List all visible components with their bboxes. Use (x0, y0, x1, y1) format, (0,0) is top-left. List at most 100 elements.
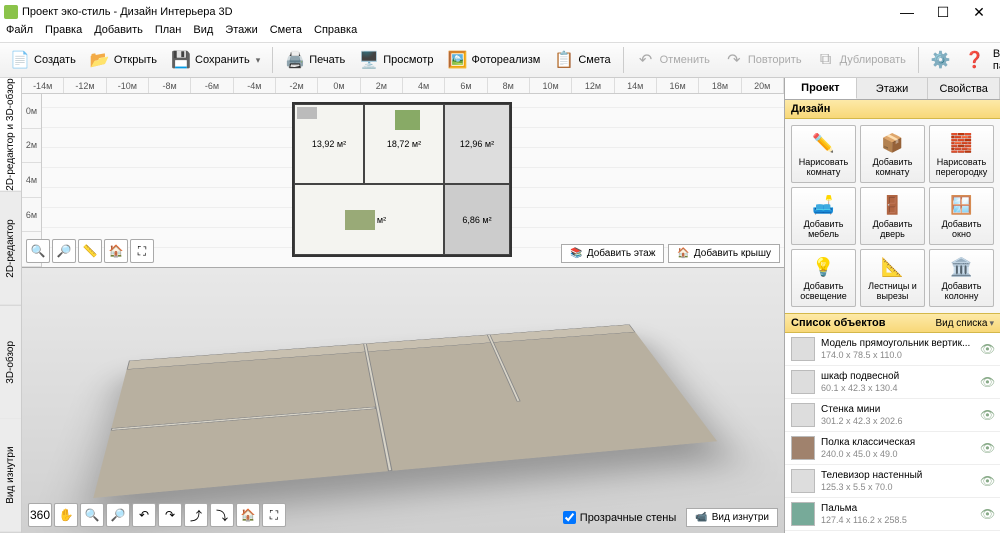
tilt-down-button[interactable]: ⤵ (210, 503, 234, 527)
panel-mode-label: Вид панели: (993, 48, 1000, 72)
separator (623, 47, 624, 73)
redo-button[interactable]: ↷Повторить (718, 47, 808, 73)
zoom-in-button[interactable]: 🔎 (52, 239, 76, 263)
zoom-out-button[interactable]: 🔍 (26, 239, 50, 263)
settings-button[interactable]: ⚙️ (925, 47, 957, 73)
close-button[interactable]: ✕ (970, 3, 988, 21)
draw-room-button[interactable]: ✏️Нарисовать комнату (791, 125, 856, 183)
home-3d-button[interactable]: 🏠 (236, 503, 260, 527)
add-roof-button[interactable]: 🏠Добавить крышу (668, 244, 780, 263)
undo-icon: ↶ (636, 50, 656, 70)
add-door-button[interactable]: 🚪Добавить дверь (860, 187, 925, 245)
add-window-button[interactable]: 🪟Добавить окно (929, 187, 994, 245)
stairs-button[interactable]: 📐Лестницы и вырезы (860, 249, 925, 307)
add-light-button[interactable]: 💡Добавить освещение (791, 249, 856, 307)
design-grid: ✏️Нарисовать комнату 📦Добавить комнату 🧱… (785, 119, 1000, 313)
list-item[interactable]: Пальма127.4 x 116.2 x 258.5👁 (785, 498, 1000, 531)
save-button[interactable]: 💾Сохранить (165, 47, 266, 73)
list-item[interactable]: Телевизор настенный125.3 x 5.5 x 70.0👁 (785, 465, 1000, 498)
render-3d (22, 268, 784, 533)
room-3[interactable]: 12,96 м² (444, 104, 510, 184)
window-icon: 🪟 (950, 193, 974, 217)
add-floor-button[interactable]: 📚Добавить этаж (561, 244, 664, 263)
zoom-out-3d-button[interactable]: 🔍 (80, 503, 104, 527)
eye-icon[interactable]: 👁 (980, 474, 994, 488)
vtab-3d[interactable]: 3D-обзор (0, 306, 21, 420)
redo-icon: ↷ (724, 50, 744, 70)
menu-estimate[interactable]: Смета (270, 24, 302, 42)
floorplan[interactable]: 13,92 м² 18,72 м² 12,96 м² 17,65 м² 6,86… (292, 102, 512, 257)
clipboard-icon: 📋 (554, 50, 574, 70)
vtab-2d[interactable]: 2D-редактор (0, 192, 21, 306)
new-file-icon: 📄 (10, 50, 30, 70)
list-view-dropdown[interactable]: Вид списка (935, 318, 994, 329)
room-5[interactable]: 6,86 м² (444, 184, 510, 255)
list-item[interactable]: Стенка мини301.2 x 42.3 x 202.6👁 (785, 399, 1000, 432)
folder-open-icon: 📂 (90, 50, 110, 70)
menubar: Файл Правка Добавить План Вид Этажи Смет… (0, 24, 1000, 42)
add-furniture-button[interactable]: 🛋️Добавить мебель (791, 187, 856, 245)
menu-plan[interactable]: План (155, 24, 182, 42)
view-inside-button[interactable]: 📹Вид изнутри (686, 508, 778, 527)
open-button[interactable]: 📂Открыть (84, 47, 163, 73)
zoom-in-3d-button[interactable]: 🔎 (106, 503, 130, 527)
tab-project[interactable]: Проект (785, 78, 857, 99)
menu-file[interactable]: Файл (6, 24, 33, 42)
rotate-left-button[interactable]: ↶ (132, 503, 156, 527)
preview-button[interactable]: 🖥️Просмотр (353, 47, 439, 73)
fit-3d-button[interactable]: ⛶ (262, 503, 286, 527)
menu-view[interactable]: Вид (193, 24, 213, 42)
menu-add[interactable]: Добавить (94, 24, 143, 42)
add-room-button[interactable]: 📦Добавить комнату (860, 125, 925, 183)
eye-icon[interactable]: 👁 (980, 441, 994, 455)
rotate-right-button[interactable]: ↷ (158, 503, 182, 527)
vertical-tabs: 2D-редактор и 3D-обзор 2D-редактор 3D-об… (0, 78, 22, 533)
print-button[interactable]: 🖨️Печать (279, 47, 351, 73)
maximize-button[interactable]: ☐ (934, 3, 952, 21)
gear-icon: ⚙️ (931, 50, 951, 70)
view3d-toolbar: 360 ✋ 🔍 🔎 ↶ ↷ ⤴ ⤵ 🏠 ⛶ (28, 503, 286, 527)
pan-button[interactable]: ✋ (54, 503, 78, 527)
photoreal-button[interactable]: 🖼️Фотореализм (442, 47, 547, 73)
tilt-up-button[interactable]: ⤴ (184, 503, 208, 527)
undo-button[interactable]: ↶Отменить (630, 47, 716, 73)
minimize-button[interactable]: — (898, 3, 916, 21)
monitor-icon: 🖥️ (359, 50, 379, 70)
tab-floors[interactable]: Этажи (857, 78, 929, 99)
view-3d[interactable]: 360 ✋ 🔍 🔎 ↶ ↷ ⤴ ⤵ 🏠 ⛶ Прозрачные стены 📹… (22, 268, 784, 533)
room-4[interactable]: 17,65 м² (294, 184, 444, 255)
view-2d[interactable]: -14м-12м-10м-8м-6м-4м-2м0м2м4м6м8м10м12м… (22, 78, 784, 268)
toolbar: 📄Создать 📂Открыть 💾Сохранить 🖨️Печать 🖥️… (0, 42, 1000, 78)
transparent-walls-checkbox[interactable]: Прозрачные стены (563, 511, 676, 524)
box-icon: 📦 (881, 131, 905, 155)
vtab-2d-3d[interactable]: 2D-редактор и 3D-обзор (0, 78, 21, 192)
eye-icon[interactable]: 👁 (980, 375, 994, 389)
measure-button[interactable]: 📏 (78, 239, 102, 263)
eye-icon[interactable]: 👁 (980, 408, 994, 422)
help-button[interactable]: ❓ (959, 47, 991, 73)
estimate-button[interactable]: 📋Смета (548, 47, 616, 73)
orbit-button[interactable]: 360 (28, 503, 52, 527)
list-item[interactable]: Полка классическая240.0 x 45.0 x 49.0👁 (785, 432, 1000, 465)
list-item[interactable]: шкаф подвесной60.1 x 42.3 x 130.4👁 (785, 366, 1000, 399)
room-1[interactable]: 13,92 м² (294, 104, 364, 184)
eye-icon[interactable]: 👁 (980, 342, 994, 356)
save-icon: 💾 (171, 50, 191, 70)
stairs-icon: 📐 (881, 255, 905, 279)
duplicate-button[interactable]: ⧉Дублировать (810, 47, 912, 73)
create-button[interactable]: 📄Создать (4, 47, 82, 73)
home-button[interactable]: 🏠 (104, 239, 128, 263)
add-column-button[interactable]: 🏛️Добавить колонну (929, 249, 994, 307)
print-icon: 🖨️ (285, 50, 305, 70)
list-item[interactable]: Модель прямоугольник вертик...174.0 x 78… (785, 333, 1000, 366)
eye-icon[interactable]: 👁 (980, 507, 994, 521)
ruler-horizontal: -14м-12м-10м-8м-6м-4м-2м0м2м4м6м8м10м12м… (22, 78, 784, 94)
menu-help[interactable]: Справка (314, 24, 357, 42)
menu-floors[interactable]: Этажи (225, 24, 257, 42)
fit-button[interactable]: ⛶ (130, 239, 154, 263)
tab-properties[interactable]: Свойства (928, 78, 1000, 99)
vtab-inside[interactable]: Вид изнутри (0, 419, 21, 533)
menu-edit[interactable]: Правка (45, 24, 82, 42)
draw-partition-button[interactable]: 🧱Нарисовать перегородку (929, 125, 994, 183)
room-2[interactable]: 18,72 м² (364, 104, 444, 184)
